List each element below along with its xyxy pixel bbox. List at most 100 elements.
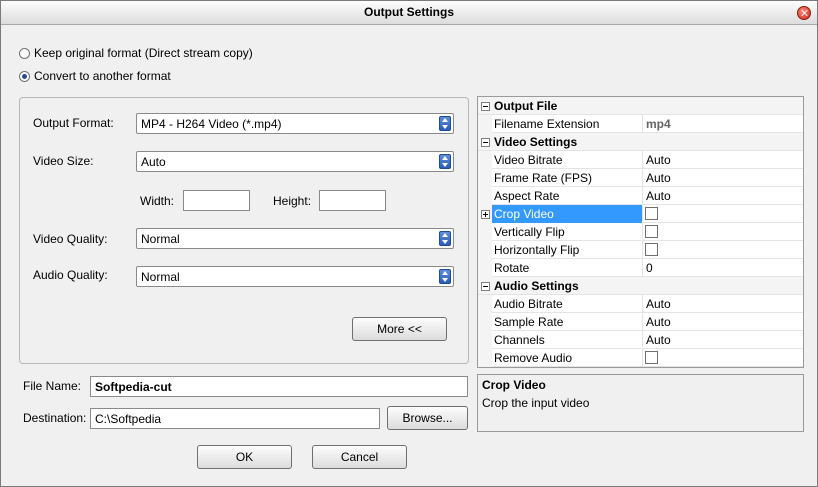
video-size-select[interactable]: Auto <box>136 151 454 172</box>
property-rotate[interactable]: Rotate 0 <box>478 259 803 277</box>
property-name: Video Bitrate <box>494 153 563 167</box>
radio-keep-original-label: Keep original format (Direct stream copy… <box>34 46 253 60</box>
collapse-icon[interactable] <box>481 282 490 291</box>
format-settings-group: Output Format: MP4 - H264 Video (*.mp4) … <box>19 97 469 364</box>
dropdown-arrows-icon[interactable] <box>439 116 451 131</box>
width-label: Width: <box>140 194 175 208</box>
audio-quality-value: Normal <box>141 270 180 284</box>
file-name-label: File Name: <box>23 379 82 393</box>
dropdown-arrows-icon[interactable] <box>439 154 451 169</box>
category-label: Video Settings <box>494 135 578 149</box>
radio-convert-format-label: Convert to another format <box>34 69 171 83</box>
width-input[interactable] <box>183 190 250 211</box>
row-gutter <box>478 169 492 187</box>
ok-button[interactable]: OK <box>197 445 292 469</box>
properties-grid: Output File Filename Extension mp4 Video… <box>477 96 804 368</box>
row-gutter <box>478 313 492 331</box>
more-button[interactable]: More << <box>352 317 447 341</box>
column-divider <box>642 331 643 349</box>
crop-video-checkbox[interactable] <box>645 207 658 220</box>
collapse-icon[interactable] <box>481 138 490 147</box>
close-icon[interactable] <box>797 6 811 20</box>
radio-keep-original[interactable]: Keep original format (Direct stream copy… <box>19 46 253 60</box>
property-name: Remove Audio <box>494 351 573 365</box>
horizontally-flip-checkbox[interactable] <box>645 243 658 256</box>
property-name: Crop Video <box>494 207 554 221</box>
audio-quality-select[interactable]: Normal <box>136 266 454 287</box>
category-audio-settings[interactable]: Audio Settings <box>478 277 803 295</box>
dropdown-arrows-icon[interactable] <box>439 231 451 246</box>
property-crop-video[interactable]: Crop Video <box>478 205 803 223</box>
property-vertically-flip[interactable]: Vertically Flip <box>478 223 803 241</box>
cancel-button[interactable]: Cancel <box>312 445 407 469</box>
video-quality-label: Video Quality: <box>33 232 108 246</box>
file-name-value: Softpedia-cut <box>95 380 172 394</box>
property-channels[interactable]: Channels Auto <box>478 331 803 349</box>
height-input[interactable] <box>319 190 386 211</box>
destination-label: Destination: <box>23 411 87 425</box>
category-video-settings[interactable]: Video Settings <box>478 133 803 151</box>
property-frame-rate[interactable]: Frame Rate (FPS) Auto <box>478 169 803 187</box>
property-sample-rate[interactable]: Sample Rate Auto <box>478 313 803 331</box>
browse-button[interactable]: Browse... <box>387 406 468 430</box>
column-divider <box>642 241 643 259</box>
audio-quality-label: Audio Quality: <box>33 268 108 282</box>
column-divider <box>642 349 643 367</box>
property-description-panel: Crop Video Crop the input video <box>477 374 804 432</box>
vertically-flip-checkbox[interactable] <box>645 225 658 238</box>
row-gutter <box>478 151 492 169</box>
column-divider <box>642 169 643 187</box>
title-bar: Output Settings <box>1 1 817 25</box>
property-video-bitrate[interactable]: Video Bitrate Auto <box>478 151 803 169</box>
destination-value: C:\Softpedia <box>95 412 162 426</box>
property-aspect-rate[interactable]: Aspect Rate Auto <box>478 187 803 205</box>
remove-audio-checkbox[interactable] <box>645 351 658 364</box>
property-remove-audio[interactable]: Remove Audio <box>478 349 803 367</box>
category-label: Output File <box>494 99 558 113</box>
output-format-label: Output Format: <box>33 116 114 130</box>
property-audio-bitrate[interactable]: Audio Bitrate Auto <box>478 295 803 313</box>
row-gutter <box>478 115 492 133</box>
radio-button[interactable] <box>19 47 30 59</box>
property-value: Auto <box>646 333 671 347</box>
property-filename-extension[interactable]: Filename Extension mp4 <box>478 115 803 133</box>
collapse-icon[interactable] <box>481 102 490 111</box>
video-size-label: Video Size: <box>33 154 94 168</box>
column-divider <box>642 259 643 277</box>
video-quality-value: Normal <box>141 232 180 246</box>
column-divider <box>642 115 643 133</box>
property-name: Horizontally Flip <box>494 243 580 257</box>
property-value: 0 <box>646 261 653 275</box>
property-name: Audio Bitrate <box>494 297 563 311</box>
video-quality-select[interactable]: Normal <box>136 228 454 249</box>
file-name-input[interactable]: Softpedia-cut <box>90 376 468 397</box>
destination-input[interactable]: C:\Softpedia <box>90 408 380 429</box>
row-gutter <box>478 187 492 205</box>
expand-icon[interactable] <box>481 210 490 219</box>
description-text: Crop the input video <box>482 396 590 410</box>
column-divider <box>642 187 643 205</box>
dropdown-arrows-icon[interactable] <box>439 269 451 284</box>
radio-convert-format[interactable]: Convert to another format <box>19 69 171 83</box>
radio-button-checked[interactable] <box>19 70 30 82</box>
output-format-select[interactable]: MP4 - H264 Video (*.mp4) <box>136 113 454 134</box>
height-label: Height: <box>273 194 312 208</box>
column-divider <box>642 151 643 169</box>
column-divider <box>642 295 643 313</box>
column-divider <box>642 205 643 223</box>
property-name: Filename Extension <box>494 117 600 131</box>
row-gutter <box>478 241 492 259</box>
row-gutter <box>478 331 492 349</box>
description-title: Crop Video <box>482 378 546 392</box>
property-name: Frame Rate (FPS) <box>494 171 593 185</box>
row-gutter <box>478 295 492 313</box>
column-divider <box>642 223 643 241</box>
row-gutter <box>478 259 492 277</box>
category-label: Audio Settings <box>494 279 579 293</box>
property-name: Rotate <box>494 261 530 275</box>
property-value: Auto <box>646 171 671 185</box>
category-output-file[interactable]: Output File <box>478 97 803 115</box>
property-horizontally-flip[interactable]: Horizontally Flip <box>478 241 803 259</box>
column-divider <box>642 313 643 331</box>
output-format-value: MP4 - H264 Video (*.mp4) <box>141 117 282 131</box>
